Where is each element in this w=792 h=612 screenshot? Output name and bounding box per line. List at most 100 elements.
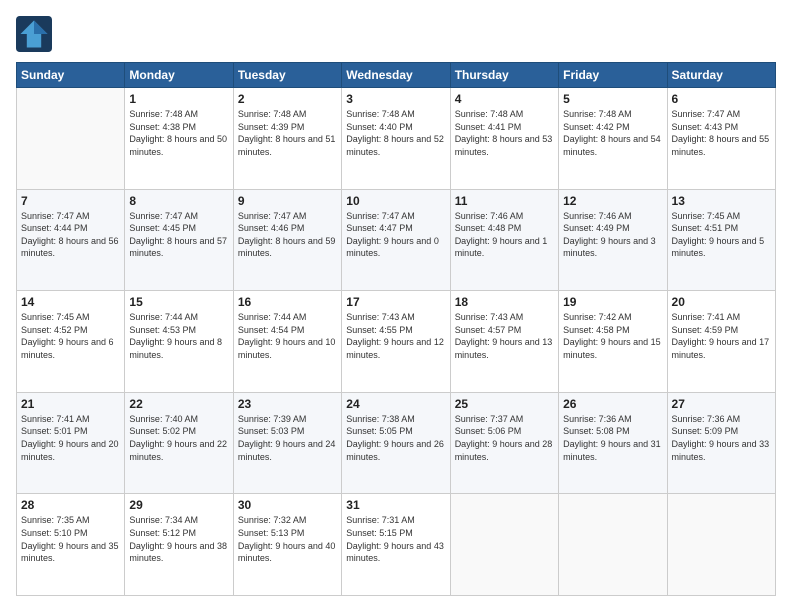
calendar-cell: 24Sunrise: 7:38 AMSunset: 5:05 PMDayligh… <box>342 392 450 494</box>
calendar-cell: 22Sunrise: 7:40 AMSunset: 5:02 PMDayligh… <box>125 392 233 494</box>
day-info: Sunrise: 7:44 AMSunset: 4:53 PMDaylight:… <box>129 311 228 361</box>
calendar-week-row: 14Sunrise: 7:45 AMSunset: 4:52 PMDayligh… <box>17 291 776 393</box>
day-info: Sunrise: 7:34 AMSunset: 5:12 PMDaylight:… <box>129 514 228 564</box>
calendar-cell: 6 Sunrise: 7:47 AMSunset: 4:43 PMDaylight… <box>667 88 775 190</box>
day-of-week-header: Friday <box>559 63 667 88</box>
day-number: 24 <box>346 397 445 411</box>
calendar-cell: 12Sunrise: 7:46 AMSunset: 4:49 PMDayligh… <box>559 189 667 291</box>
calendar-cell: 21 Sunrise: 7:41 AMSunset: 5:01 PMDayligh… <box>17 392 125 494</box>
day-of-week-header: Thursday <box>450 63 558 88</box>
day-number: 29 <box>129 498 228 512</box>
day-number: 18 <box>455 295 554 309</box>
calendar-week-row: 21 Sunrise: 7:41 AMSunset: 5:01 PMDayligh… <box>17 392 776 494</box>
day-info: Sunrise: 7:46 AMSunset: 4:48 PMDaylight:… <box>455 210 554 260</box>
calendar-cell: 4Sunrise: 7:48 AMSunset: 4:41 PMDaylight… <box>450 88 558 190</box>
day-number: 20 <box>672 295 771 309</box>
calendar-body: 1Sunrise: 7:48 AMSunset: 4:38 PMDaylight… <box>17 88 776 596</box>
day-number: 6 <box>672 92 771 106</box>
day-info: Sunrise: 7:48 AMSunset: 4:38 PMDaylight:… <box>129 108 228 158</box>
day-number: 25 <box>455 397 554 411</box>
day-info: Sunrise: 7:45 AMSunset: 4:51 PMDaylight:… <box>672 210 771 260</box>
header <box>16 16 776 52</box>
calendar-cell: 5Sunrise: 7:48 AMSunset: 4:42 PMDaylight… <box>559 88 667 190</box>
day-of-week-header: Tuesday <box>233 63 341 88</box>
day-of-week-header: Saturday <box>667 63 775 88</box>
day-number: 21 <box>21 397 120 411</box>
day-info: Sunrise: 7:40 AMSunset: 5:02 PMDaylight:… <box>129 413 228 463</box>
day-info: Sunrise: 7:41 AMSunset: 4:59 PMDaylight:… <box>672 311 771 361</box>
day-number: 14 <box>21 295 120 309</box>
calendar-cell: 20 Sunrise: 7:41 AMSunset: 4:59 PMDayligh… <box>667 291 775 393</box>
day-number: 15 <box>129 295 228 309</box>
day-info: Sunrise: 7:47 AMSunset: 4:47 PMDaylight:… <box>346 210 445 260</box>
day-info: Sunrise: 7:42 AMSunset: 4:58 PMDaylight:… <box>563 311 662 361</box>
day-number: 3 <box>346 92 445 106</box>
logo-icon <box>16 16 52 52</box>
calendar-cell: 31 Sunrise: 7:31 AMSunset: 5:15 PMDayligh… <box>342 494 450 596</box>
calendar-cell: 8 Sunrise: 7:47 AMSunset: 4:45 PMDaylight… <box>125 189 233 291</box>
day-number: 28 <box>21 498 120 512</box>
calendar-cell: 13 Sunrise: 7:45 AMSunset: 4:51 PMDayligh… <box>667 189 775 291</box>
calendar-cell: 19 Sunrise: 7:42 AMSunset: 4:58 PMDayligh… <box>559 291 667 393</box>
calendar-header: SundayMondayTuesdayWednesdayThursdayFrid… <box>17 63 776 88</box>
calendar-cell: 27Sunrise: 7:36 AMSunset: 5:09 PMDayligh… <box>667 392 775 494</box>
day-number: 9 <box>238 194 337 208</box>
day-number: 13 <box>672 194 771 208</box>
calendar-cell: 3 Sunrise: 7:48 AMSunset: 4:40 PMDaylight… <box>342 88 450 190</box>
day-info: Sunrise: 7:47 AMSunset: 4:45 PMDaylight:… <box>129 210 228 260</box>
calendar-cell: 18 Sunrise: 7:43 AMSunset: 4:57 PMDayligh… <box>450 291 558 393</box>
day-number: 17 <box>346 295 445 309</box>
day-info: Sunrise: 7:39 AMSunset: 5:03 PMDaylight:… <box>238 413 337 463</box>
day-number: 8 <box>129 194 228 208</box>
calendar-cell: 9 Sunrise: 7:47 AMSunset: 4:46 PMDaylight… <box>233 189 341 291</box>
day-info: Sunrise: 7:48 AMSunset: 4:39 PMDaylight:… <box>238 108 337 158</box>
calendar-cell: 23 Sunrise: 7:39 AMSunset: 5:03 PMDayligh… <box>233 392 341 494</box>
calendar-week-row: 28 Sunrise: 7:35 AMSunset: 5:10 PMDayligh… <box>17 494 776 596</box>
calendar-cell <box>667 494 775 596</box>
day-of-week-header: Wednesday <box>342 63 450 88</box>
day-info: Sunrise: 7:36 AMSunset: 5:08 PMDaylight:… <box>563 413 662 463</box>
day-number: 11 <box>455 194 554 208</box>
day-info: Sunrise: 7:36 AMSunset: 5:09 PMDaylight:… <box>672 413 771 463</box>
day-info: Sunrise: 7:41 AMSunset: 5:01 PMDaylight:… <box>21 413 120 463</box>
day-info: Sunrise: 7:47 AMSunset: 4:46 PMDaylight:… <box>238 210 337 260</box>
day-info: Sunrise: 7:37 AMSunset: 5:06 PMDaylight:… <box>455 413 554 463</box>
calendar-cell <box>450 494 558 596</box>
calendar-cell: 26 Sunrise: 7:36 AMSunset: 5:08 PMDayligh… <box>559 392 667 494</box>
calendar-cell: 30 Sunrise: 7:32 AMSunset: 5:13 PMDayligh… <box>233 494 341 596</box>
day-number: 31 <box>346 498 445 512</box>
calendar-cell: 7 Sunrise: 7:47 AMSunset: 4:44 PMDaylight… <box>17 189 125 291</box>
calendar-cell <box>559 494 667 596</box>
day-info: Sunrise: 7:35 AMSunset: 5:10 PMDaylight:… <box>21 514 120 564</box>
day-info: Sunrise: 7:31 AMSunset: 5:15 PMDaylight:… <box>346 514 445 564</box>
calendar-week-row: 1Sunrise: 7:48 AMSunset: 4:38 PMDaylight… <box>17 88 776 190</box>
header-row: SundayMondayTuesdayWednesdayThursdayFrid… <box>17 63 776 88</box>
day-number: 19 <box>563 295 662 309</box>
calendar-cell: 10 Sunrise: 7:47 AMSunset: 4:47 PMDayligh… <box>342 189 450 291</box>
calendar-cell <box>17 88 125 190</box>
calendar-cell: 14Sunrise: 7:45 AMSunset: 4:52 PMDayligh… <box>17 291 125 393</box>
day-info: Sunrise: 7:48 AMSunset: 4:41 PMDaylight:… <box>455 108 554 158</box>
day-info: Sunrise: 7:48 AMSunset: 4:40 PMDaylight:… <box>346 108 445 158</box>
day-info: Sunrise: 7:47 AMSunset: 4:43 PMDaylight:… <box>672 108 771 158</box>
calendar-cell: 11 Sunrise: 7:46 AMSunset: 4:48 PMDayligh… <box>450 189 558 291</box>
calendar-cell: 1Sunrise: 7:48 AMSunset: 4:38 PMDaylight… <box>125 88 233 190</box>
page: SundayMondayTuesdayWednesdayThursdayFrid… <box>0 0 792 612</box>
calendar-week-row: 7 Sunrise: 7:47 AMSunset: 4:44 PMDaylight… <box>17 189 776 291</box>
day-number: 30 <box>238 498 337 512</box>
day-info: Sunrise: 7:43 AMSunset: 4:57 PMDaylight:… <box>455 311 554 361</box>
calendar-cell: 28 Sunrise: 7:35 AMSunset: 5:10 PMDayligh… <box>17 494 125 596</box>
day-number: 7 <box>21 194 120 208</box>
day-number: 26 <box>563 397 662 411</box>
calendar-cell: 2Sunrise: 7:48 AMSunset: 4:39 PMDaylight… <box>233 88 341 190</box>
day-number: 16 <box>238 295 337 309</box>
day-number: 23 <box>238 397 337 411</box>
calendar-cell: 25 Sunrise: 7:37 AMSunset: 5:06 PMDayligh… <box>450 392 558 494</box>
logo <box>16 16 56 52</box>
day-info: Sunrise: 7:47 AMSunset: 4:44 PMDaylight:… <box>21 210 120 260</box>
calendar-cell: 29 Sunrise: 7:34 AMSunset: 5:12 PMDayligh… <box>125 494 233 596</box>
calendar-cell: 16Sunrise: 7:44 AMSunset: 4:54 PMDayligh… <box>233 291 341 393</box>
day-info: Sunrise: 7:32 AMSunset: 5:13 PMDaylight:… <box>238 514 337 564</box>
day-number: 10 <box>346 194 445 208</box>
day-of-week-header: Monday <box>125 63 233 88</box>
